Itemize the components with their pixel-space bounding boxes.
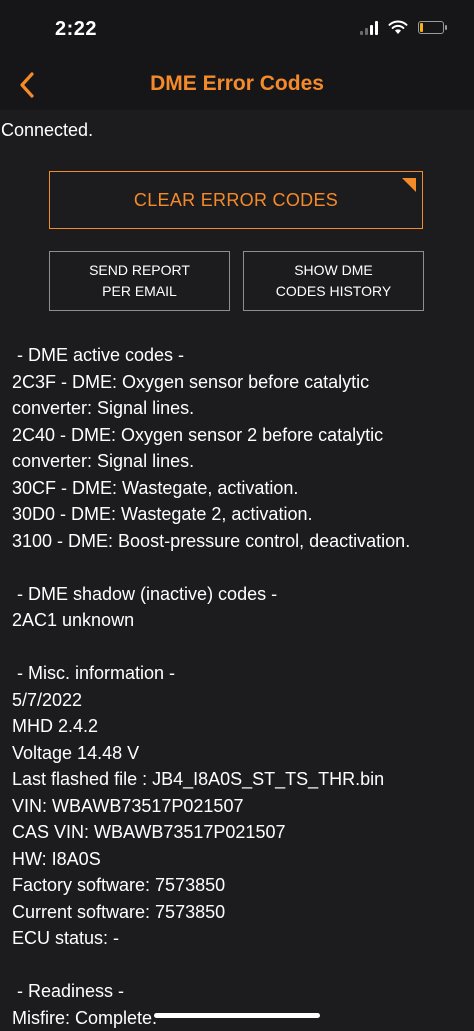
list-item: VIN: WBAWB73517P021507 [12, 793, 472, 820]
list-item: 2C40 - DME: Oxygen sensor 2 before catal… [12, 422, 472, 449]
status-icons [360, 20, 444, 35]
list-item: 30CF - DME: Wastegate, activation. [12, 475, 472, 502]
send-report-email-button[interactable]: SEND REPORT PER EMAIL [49, 251, 230, 311]
list-item: CAS VIN: WBAWB73517P021507 [12, 819, 472, 846]
list-item: 30D0 - DME: Wastegate 2, activation. [12, 501, 472, 528]
list-item: converter: Signal lines. [12, 395, 472, 422]
send-report-label: SEND REPORT PER EMAIL [89, 260, 190, 302]
spacer [12, 952, 472, 979]
spacer [12, 554, 472, 581]
home-indicator[interactable] [154, 1013, 320, 1018]
list-item: 3100 - DME: Boost-pressure control, deac… [12, 528, 472, 555]
show-codes-history-button[interactable]: SHOW DME CODES HISTORY [243, 251, 424, 311]
clear-error-codes-button[interactable]: CLEAR ERROR CODES [49, 171, 423, 229]
list-item: Voltage 14.48 V [12, 740, 472, 767]
corner-triangle-icon [402, 178, 416, 192]
cellular-signal-icon [360, 21, 378, 35]
section-header-readiness: - Readiness - [12, 978, 472, 1005]
list-item: 2C3F - DME: Oxygen sensor before catalyt… [12, 369, 472, 396]
list-item: Last flashed file : JB4_I8A0S_ST_TS_THR.… [12, 766, 472, 793]
battery-icon [418, 21, 444, 34]
list-item: Factory software: 7573850 [12, 872, 472, 899]
error-report: - DME active codes - 2C3F - DME: Oxygen … [12, 342, 472, 1031]
show-history-label: SHOW DME CODES HISTORY [276, 260, 391, 302]
status-time: 2:22 [55, 18, 97, 41]
section-header-shadow: - DME shadow (inactive) codes - [12, 581, 472, 608]
list-item: Current software: 7573850 [12, 899, 472, 926]
list-item: 5/7/2022 [12, 687, 472, 714]
list-item: 2AC1 unknown [12, 607, 472, 634]
list-item: HW: I8A0S [12, 846, 472, 873]
navigation-bar: DME Error Codes [0, 60, 474, 110]
list-item: converter: Signal lines. [12, 448, 472, 475]
spacer [12, 634, 472, 661]
clear-error-codes-label: CLEAR ERROR CODES [134, 190, 338, 211]
connection-status: Connected. [1, 120, 93, 141]
list-item: ECU status: - [12, 925, 472, 952]
wifi-icon [388, 20, 408, 35]
section-header-active: - DME active codes - [12, 342, 472, 369]
page-title: DME Error Codes [0, 72, 474, 96]
status-bar: 2:22 [0, 0, 474, 60]
section-header-misc: - Misc. information - [12, 660, 472, 687]
list-item: MHD 2.4.2 [12, 713, 472, 740]
